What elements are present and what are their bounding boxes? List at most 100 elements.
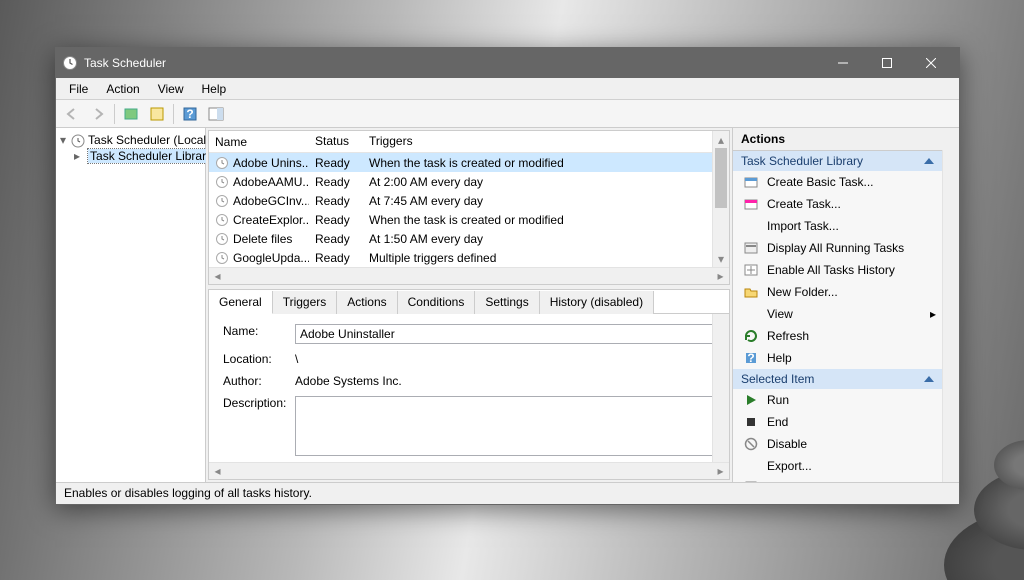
maximize-button[interactable]	[865, 48, 909, 78]
description-label: Description:	[223, 396, 295, 410]
back-button[interactable]	[60, 102, 84, 126]
task-row[interactable]: AdobeGCInv...ReadyAt 7:45 AM every day	[209, 191, 712, 210]
author-value: Adobe Systems Inc.	[295, 374, 715, 388]
tree-root[interactable]: ▾ Task Scheduler (Local)	[58, 132, 203, 148]
svg-text:?: ?	[186, 107, 193, 121]
action-properties[interactable]: Properties	[733, 477, 942, 482]
window-title: Task Scheduler	[84, 56, 821, 70]
task-row[interactable]: Adobe Unins...ReadyWhen the task is crea…	[209, 153, 712, 172]
app-icon	[62, 55, 78, 71]
action-icon	[743, 262, 759, 278]
toolbar-help-icon[interactable]: ?	[178, 102, 202, 126]
author-label: Author:	[223, 374, 295, 388]
scroll-left-icon[interactable]: ◂	[209, 269, 226, 283]
actions-group-selected[interactable]: Selected Item	[733, 369, 942, 389]
action-icon: ?	[743, 350, 759, 366]
task-row[interactable]: AdobeAAMU...ReadyAt 2:00 AM every day	[209, 172, 712, 191]
task-row[interactable]: CreateExplor...ReadyWhen the task is cre…	[209, 210, 712, 229]
tree-library[interactable]: ▸ Task Scheduler Library	[58, 148, 203, 164]
scheduler-icon	[70, 133, 84, 147]
details-pane: General Triggers Actions Conditions Sett…	[208, 289, 730, 480]
task-icon	[215, 213, 229, 227]
action-export[interactable]: Export...	[733, 455, 942, 477]
action-create-task[interactable]: Create Task...	[733, 193, 942, 215]
task-icon	[215, 194, 229, 208]
collapse-icon[interactable]: ▾	[60, 133, 66, 147]
name-input[interactable]	[295, 324, 715, 344]
col-name[interactable]: Name	[209, 131, 309, 152]
statusbar: Enables or disables logging of all tasks…	[56, 482, 959, 504]
svg-text:?: ?	[747, 351, 754, 365]
menubar: File Action View Help	[56, 78, 959, 100]
action-icon	[743, 284, 759, 300]
task-scheduler-window: Task Scheduler File Action View Help ? ▾…	[55, 47, 960, 505]
description-input[interactable]	[295, 396, 715, 456]
tab-actions[interactable]: Actions	[337, 291, 397, 314]
col-triggers[interactable]: Triggers	[363, 131, 729, 152]
collapse-icon	[924, 158, 934, 164]
action-icon	[743, 414, 759, 430]
action-run[interactable]: Run	[733, 389, 942, 411]
actions-scrollbar[interactable]	[942, 150, 959, 482]
action-icon	[743, 306, 759, 322]
action-icon	[743, 328, 759, 344]
action-icon	[743, 480, 759, 482]
toolbar-action-icon[interactable]	[119, 102, 143, 126]
tab-settings[interactable]: Settings	[475, 291, 539, 314]
action-new-folder[interactable]: New Folder...	[733, 281, 942, 303]
tab-general[interactable]: General	[209, 291, 273, 314]
action-display-all-running-tasks[interactable]: Display All Running Tasks	[733, 237, 942, 259]
col-status[interactable]: Status	[309, 131, 363, 152]
horizontal-scrollbar[interactable]: ◂ ▸	[209, 267, 729, 284]
menu-file[interactable]: File	[62, 80, 95, 98]
tree-pane: ▾ Task Scheduler (Local) ▸ Task Schedule…	[56, 128, 206, 482]
minimize-button[interactable]	[821, 48, 865, 78]
task-row[interactable]: Delete filesReadyAt 1:50 AM every day	[209, 229, 712, 248]
action-icon	[743, 436, 759, 452]
actions-pane: Actions Task Scheduler LibraryCreate Bas…	[733, 128, 959, 482]
task-icon	[215, 175, 229, 189]
tab-conditions[interactable]: Conditions	[398, 291, 476, 314]
tab-history[interactable]: History (disabled)	[540, 291, 654, 314]
toolbar: ?	[56, 100, 959, 128]
location-value: \	[295, 352, 715, 366]
center-pane: Name Status Triggers Adobe Unins...Ready…	[206, 128, 733, 482]
action-refresh[interactable]: Refresh	[733, 325, 942, 347]
task-row[interactable]: GoogleUpda...ReadyMultiple triggers defi…	[209, 248, 712, 267]
details-vertical-scrollbar[interactable]	[712, 314, 729, 462]
menu-view[interactable]: View	[151, 80, 191, 98]
toolbar-pane-icon[interactable]	[204, 102, 228, 126]
details-horizontal-scrollbar[interactable]: ◂▸	[209, 462, 729, 479]
task-icon	[215, 156, 229, 170]
scroll-up-icon[interactable]: ▴	[713, 131, 729, 148]
scroll-thumb[interactable]	[715, 148, 727, 208]
submenu-arrow-icon: ▸	[930, 307, 936, 321]
list-header: Name Status Triggers	[209, 131, 729, 153]
actions-header: Actions	[733, 128, 959, 151]
name-label: Name:	[223, 324, 295, 338]
close-button[interactable]	[909, 48, 953, 78]
action-end[interactable]: End	[733, 411, 942, 433]
forward-button[interactable]	[86, 102, 110, 126]
expand-icon[interactable]: ▸	[74, 149, 80, 163]
tab-triggers[interactable]: Triggers	[273, 291, 338, 314]
location-label: Location:	[223, 352, 295, 366]
action-view[interactable]: View▸	[733, 303, 942, 325]
action-create-basic-task[interactable]: Create Basic Task...	[733, 171, 942, 193]
titlebar[interactable]: Task Scheduler	[56, 48, 959, 78]
scroll-down-icon[interactable]: ▾	[713, 250, 729, 267]
action-icon	[743, 458, 759, 474]
task-icon	[215, 232, 229, 246]
task-list: Name Status Triggers Adobe Unins...Ready…	[208, 130, 730, 285]
action-import-task[interactable]: Import Task...	[733, 215, 942, 237]
toolbar-refresh-icon[interactable]	[145, 102, 169, 126]
vertical-scrollbar[interactable]: ▴ ▾	[712, 131, 729, 267]
actions-group-library[interactable]: Task Scheduler Library	[733, 151, 942, 171]
action-disable[interactable]: Disable	[733, 433, 942, 455]
action-help[interactable]: ?Help	[733, 347, 942, 369]
action-icon	[743, 174, 759, 190]
menu-help[interactable]: Help	[195, 80, 234, 98]
menu-action[interactable]: Action	[99, 80, 146, 98]
scroll-right-icon[interactable]: ▸	[712, 269, 729, 283]
action-enable-all-tasks-history[interactable]: Enable All Tasks History	[733, 259, 942, 281]
